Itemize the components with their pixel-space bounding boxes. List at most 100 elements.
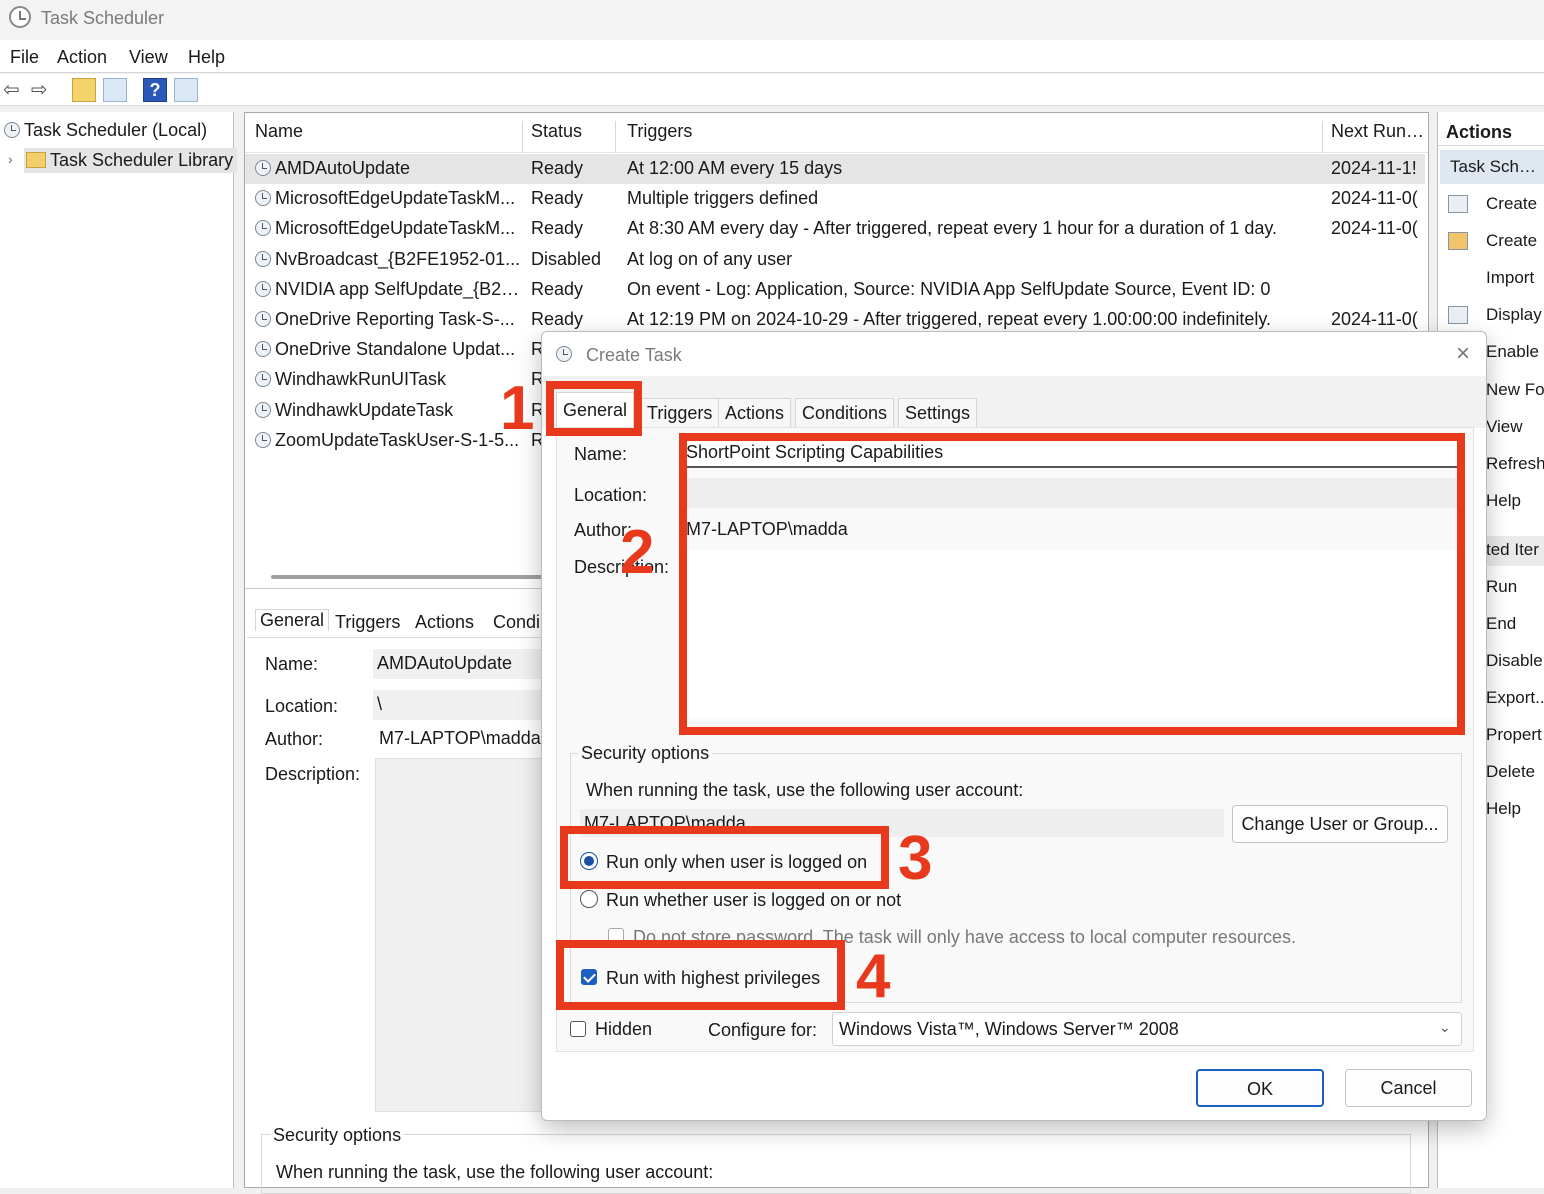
cancel-button[interactable]: Cancel <box>1345 1069 1472 1107</box>
actions-section1-label: Task Schedu <box>1450 157 1544 176</box>
column-status[interactable]: Status <box>531 121 582 142</box>
show-hide-action-pane-icon[interactable] <box>174 78 198 102</box>
chevron-right-icon[interactable]: › <box>8 151 13 167</box>
tree-library-label: Task Scheduler Library <box>50 150 234 170</box>
highlight-box-run-logged-on <box>560 826 889 889</box>
menu-file[interactable]: File <box>10 47 39 68</box>
annotation-number: 3 <box>898 824 933 893</box>
table-row[interactable]: MicrosoftEdgeUpdateTaskM... Ready Multiple… <box>245 184 1425 214</box>
actions-title: Actions <box>1446 122 1513 142</box>
action-item[interactable]: Create <box>1486 194 1537 214</box>
hidden-checkbox[interactable] <box>570 1021 586 1037</box>
tree-root[interactable]: Task Scheduler (Local) <box>4 120 207 141</box>
menu-help[interactable]: Help <box>188 47 225 68</box>
task-name-text: OneDrive Reporting Task-S-... <box>275 309 515 329</box>
close-icon[interactable]: × <box>1456 340 1470 368</box>
show-hide-console-tree-icon[interactable] <box>103 78 127 102</box>
action-item[interactable]: Import <box>1486 268 1534 288</box>
table-row[interactable]: NvBroadcast_{B2FE1952-01... Disabled At lo… <box>245 245 1425 275</box>
column-next-run[interactable]: Next Run Ti <box>1331 121 1425 142</box>
security-user-account-text: When running the task, use the following… <box>586 780 1024 800</box>
tree-library[interactable]: › Task Scheduler Library <box>8 148 238 173</box>
clock-icon <box>255 371 271 388</box>
task-name-text: WindhawkRunUITask <box>275 369 447 390</box>
action-item[interactable]: Run <box>1486 577 1517 597</box>
tab-actions[interactable]: Actions <box>718 398 792 428</box>
details-tab-strip: General Triggers Actions Condi <box>247 603 547 637</box>
radio-run-whether-logged-on-label[interactable]: Run whether user is logged on or not <box>606 890 901 911</box>
task-name-text: OneDrive Standalone Updat... <box>275 339 516 360</box>
menu-bar: File Action View Help <box>0 40 1544 73</box>
task-status: Ready <box>531 188 584 209</box>
tab-settings[interactable]: Settings <box>898 398 978 428</box>
task-name: MicrosoftEdgeUpdateTaskM... <box>255 188 521 209</box>
tab-triggers[interactable]: Triggers <box>640 398 720 428</box>
task-status: Ready <box>531 309 584 329</box>
action-item[interactable]: End <box>1486 614 1516 634</box>
task-triggers: At log on of any user <box>627 248 793 269</box>
table-row[interactable]: NVIDIA app SelfUpdate_{B2F... Ready On eve… <box>245 275 1425 305</box>
actions-header: Actions <box>1438 116 1544 146</box>
create-task-icon <box>1448 232 1468 251</box>
column-header: Name Status Triggers Next Run Ti <box>245 113 1428 153</box>
table-row[interactable]: MicrosoftEdgeUpdateTaskM... Ready At 8:30 … <box>245 214 1425 244</box>
task-triggers: At 12:00 AM every 15 days <box>627 158 843 178</box>
action-item[interactable]: Refresh <box>1486 454 1544 474</box>
column-divider[interactable] <box>522 121 523 153</box>
action-item[interactable]: Help <box>1486 799 1521 819</box>
actions-section-task-scheduler[interactable]: Task Schedu <box>1440 150 1544 184</box>
details-tab-triggers[interactable]: Triggers <box>335 612 400 633</box>
column-triggers[interactable]: Triggers <box>627 121 692 142</box>
horizontal-scrollbar[interactable] <box>271 575 546 579</box>
action-item[interactable]: New Fo <box>1486 380 1544 400</box>
details-location-label: Location: <box>265 696 339 716</box>
highlight-box-task-fields <box>679 433 1465 735</box>
action-item[interactable]: Disable <box>1486 651 1543 671</box>
menu-action[interactable]: Action <box>57 47 107 68</box>
create-task-icon <box>1448 195 1468 213</box>
action-item[interactable]: Delete <box>1486 762 1535 782</box>
back-arrow-icon[interactable]: ⇦ <box>3 79 20 101</box>
ok-button[interactable]: OK <box>1196 1069 1324 1107</box>
clock-icon <box>4 122 20 138</box>
details-tab-conditions[interactable]: Condi <box>493 612 540 633</box>
action-item[interactable]: Propert <box>1486 725 1542 745</box>
task-name: WindhawkUpdateTask <box>255 400 521 421</box>
action-item[interactable]: Create <box>1486 231 1537 251</box>
column-divider[interactable] <box>1322 121 1323 153</box>
action-item[interactable]: View <box>1486 417 1523 437</box>
help-icon[interactable]: ? <box>143 78 167 102</box>
chevron-down-icon: ⌄ <box>1439 1019 1451 1035</box>
tab-conditions[interactable]: Conditions <box>795 398 895 428</box>
folder-icon <box>26 152 46 168</box>
action-item[interactable]: Enable <box>1486 342 1539 362</box>
action-item[interactable]: Export... <box>1486 688 1544 708</box>
details-name-field: AMDAutoUpdate <box>373 649 543 679</box>
clock-icon <box>255 311 271 327</box>
details-security-title: Security options <box>271 1125 404 1146</box>
task-next-run: 2024-11-0( <box>1331 188 1418 209</box>
hidden-label[interactable]: Hidden <box>595 1019 652 1040</box>
radio-run-whether-logged-on[interactable] <box>580 890 598 908</box>
task-name-text: MicrosoftEdgeUpdateTaskM... <box>275 188 516 209</box>
annotation-number: 4 <box>856 942 891 1011</box>
details-tab-actions[interactable]: Actions <box>415 612 474 633</box>
forward-arrow-icon[interactable]: ⇨ <box>31 79 48 101</box>
menu-view[interactable]: View <box>129 47 168 68</box>
change-user-button[interactable]: Change User or Group... <box>1232 805 1448 843</box>
folder-up-icon[interactable] <box>72 78 96 102</box>
details-description-label: Description: <box>265 764 361 784</box>
table-row[interactable]: AMDAutoUpdate Ready At 12:00 AM every 15 d… <box>245 154 1425 184</box>
toolbar: ⇦ ⇨ ? <box>0 74 1544 106</box>
action-item[interactable]: Display <box>1486 305 1542 325</box>
details-name-label: Name: <box>265 654 319 674</box>
action-item[interactable]: Help <box>1486 491 1521 511</box>
task-scheduler-icon <box>9 6 31 28</box>
column-name[interactable]: Name <box>255 121 303 142</box>
column-divider[interactable] <box>615 121 616 153</box>
task-name: OneDrive Reporting Task-S-... <box>255 309 521 330</box>
task-next-run: 2024-11-0( <box>1331 218 1418 239</box>
task-name: OneDrive Standalone Updat... <box>255 339 521 360</box>
configure-for-select[interactable]: Windows Vista™, Windows Server™ 2008 ⌄ <box>832 1012 1462 1046</box>
details-tab-general[interactable]: General <box>255 609 330 631</box>
